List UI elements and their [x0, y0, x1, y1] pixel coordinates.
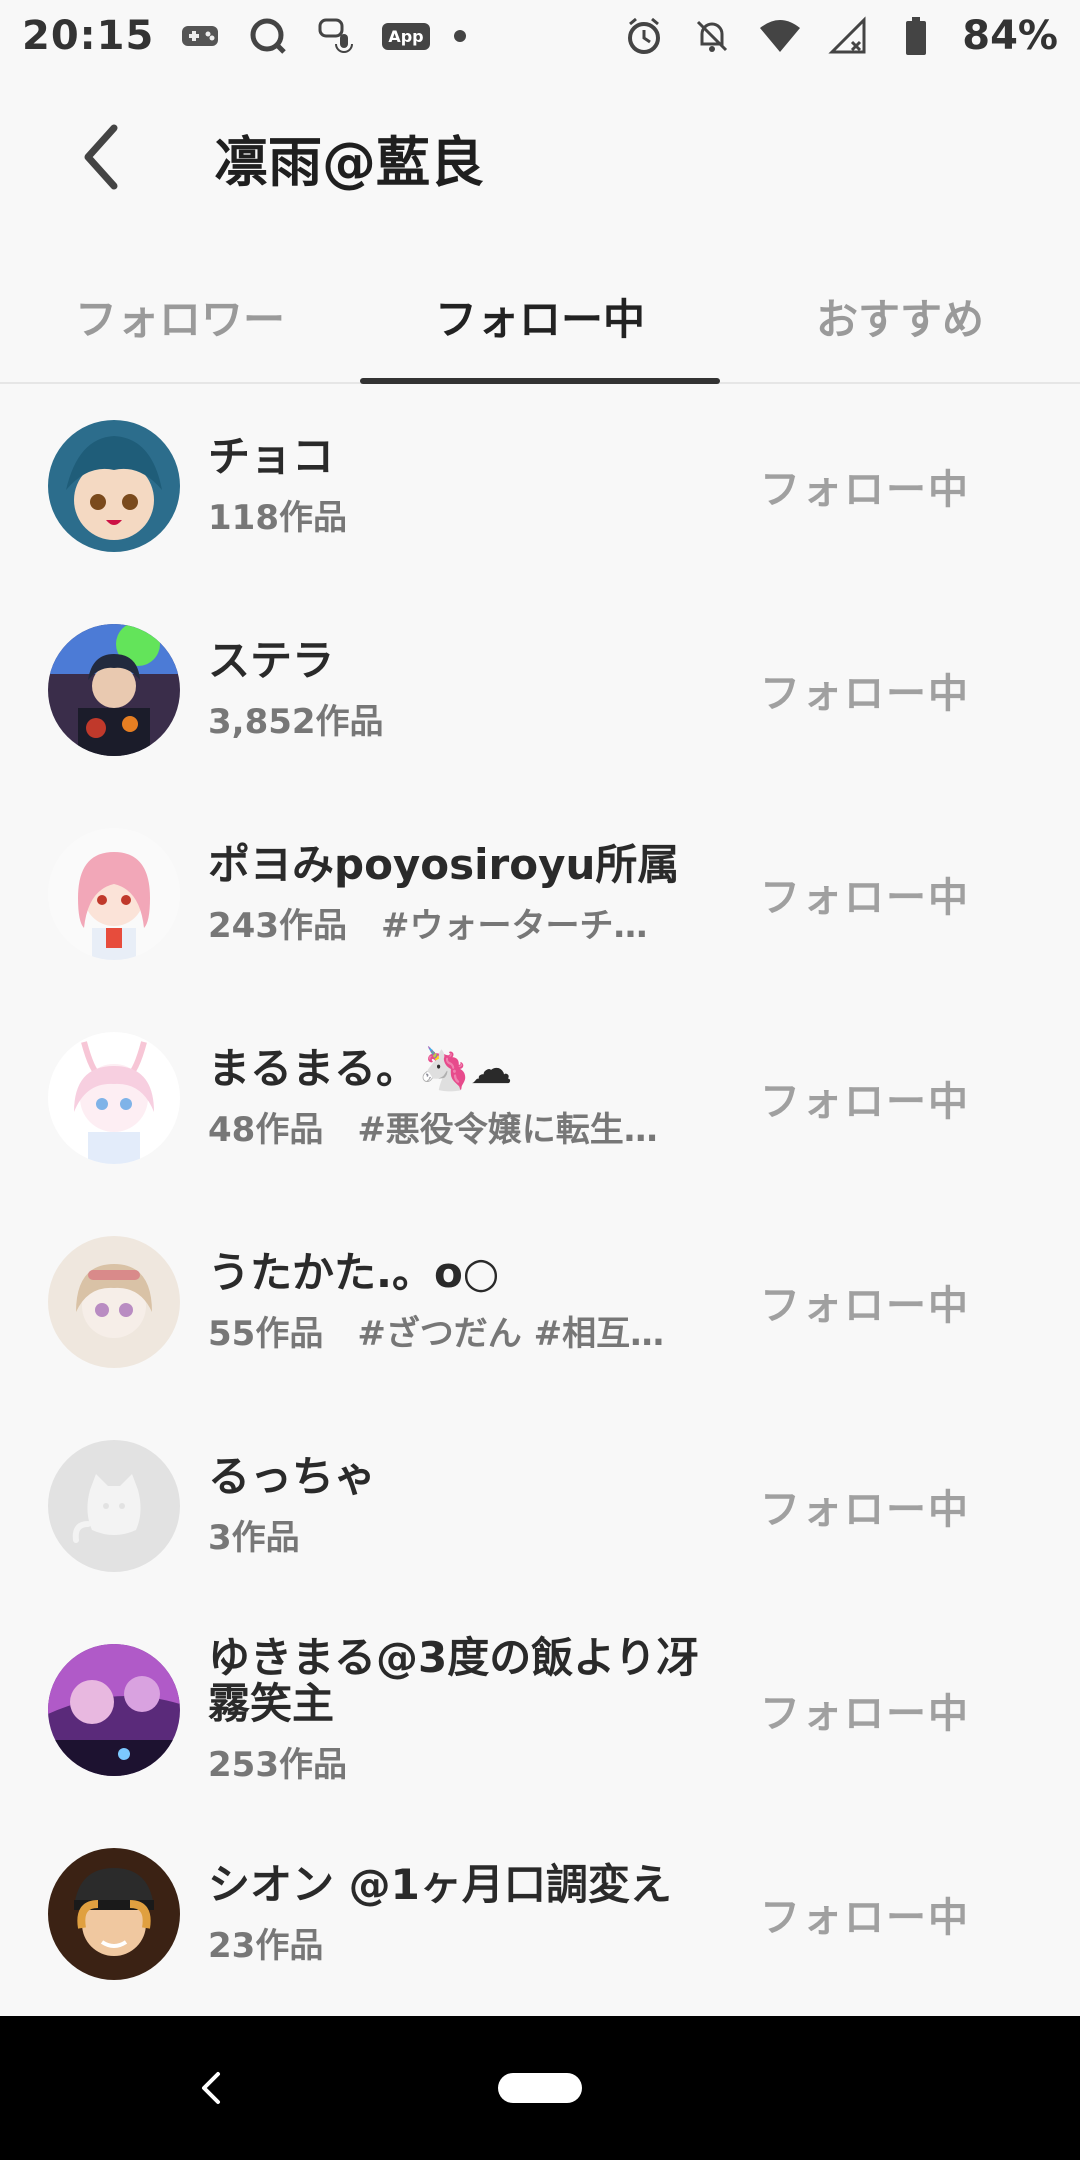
wifi-icon: [758, 14, 802, 58]
battery-icon: [894, 14, 938, 58]
battery-level: 84%: [962, 13, 1058, 59]
list-item[interactable]: チョコ 118作品 フォロー中: [0, 384, 1080, 588]
user-name: ステラ: [208, 637, 335, 684]
user-name: チョコ: [208, 433, 335, 480]
chat-bubble-icon: [246, 14, 290, 58]
tab-following[interactable]: フォロー中: [360, 250, 720, 384]
voice-message-icon: [314, 14, 358, 58]
chevron-left-icon: [84, 124, 118, 190]
app-badge-icon: App: [382, 22, 430, 50]
list-item[interactable]: うたかた.。o○ 55作品 #ざつだん #相互… フォロー中: [0, 1200, 1080, 1404]
tab-bar: フォロワー フォロー中 おすすめ: [0, 250, 1080, 384]
user-works: 55作品 #ざつだん #相互…: [208, 1313, 665, 1354]
alarm-icon: [622, 14, 666, 58]
avatar[interactable]: [48, 1440, 180, 1572]
status-bar-left: 20:15 App: [22, 13, 466, 59]
navigation-bar: [0, 2016, 1080, 2160]
avatar[interactable]: [48, 624, 180, 756]
user-name: うたかた.。o○: [208, 1249, 500, 1296]
following-button[interactable]: フォロー中: [760, 1069, 970, 1127]
user-works: 3,852作品: [208, 701, 384, 742]
list-item[interactable]: ステラ 3,852作品 フォロー中: [0, 588, 1080, 792]
following-button[interactable]: フォロー中: [760, 1477, 970, 1535]
user-name: ポヨみpoyosiroyu所属: [208, 841, 680, 888]
list-item[interactable]: るっちゃ 3作品 フォロー中: [0, 1404, 1080, 1608]
default-cat-avatar-icon: [48, 1440, 180, 1572]
user-works: 23作品: [208, 1925, 324, 1966]
following-button[interactable]: フォロー中: [760, 1681, 970, 1739]
tab-recommended[interactable]: おすすめ: [720, 250, 1080, 382]
list-item[interactable]: ゆきまる@3度の飯より冴霧笑主 253作品 フォロー中: [0, 1608, 1080, 1812]
gamepad-icon: [178, 14, 222, 58]
dot-icon: [453, 30, 466, 42]
status-bar-right: 84%: [622, 13, 1058, 59]
avatar[interactable]: [48, 1644, 180, 1776]
list-item[interactable]: ポヨみpoyosiroyu所属 243作品 #ウォーターチ… フォロー中: [0, 792, 1080, 996]
following-button[interactable]: フォロー中: [760, 661, 970, 719]
list-item[interactable]: シオン @1ヶ月口調変え 23作品 フォロー中: [0, 1812, 1080, 2016]
avatar[interactable]: [48, 1032, 180, 1164]
following-button[interactable]: フォロー中: [760, 865, 970, 923]
avatar[interactable]: [48, 1236, 180, 1368]
user-name: シオン @1ヶ月口調変え: [208, 1861, 672, 1908]
user-works: 253作品: [208, 1744, 347, 1785]
header: 凛雨@藍良: [0, 72, 1080, 242]
following-list: チョコ 118作品 フォロー中 ステラ 3,852作品 フォロー中 ポヨみpoy…: [0, 384, 1080, 2016]
tab-followers[interactable]: フォロワー: [0, 250, 360, 382]
page-title: 凛雨@藍良: [214, 130, 484, 194]
list-item[interactable]: まるまる。🦄☁ 48作品 #悪役令嬢に転生… フォロー中: [0, 996, 1080, 1200]
home-pill-icon[interactable]: [498, 2073, 582, 2103]
following-button[interactable]: フォロー中: [760, 1273, 970, 1331]
avatar[interactable]: [48, 828, 180, 960]
user-works: 243作品 #ウォーターチ…: [208, 905, 648, 946]
user-works: 3作品: [208, 1517, 300, 1558]
following-button[interactable]: フォロー中: [760, 457, 970, 515]
notifications-off-icon: [690, 14, 734, 58]
user-works: 48作品 #悪役令嬢に転生…: [208, 1109, 658, 1150]
nav-back-icon[interactable]: [190, 2068, 230, 2108]
status-time: 20:15: [22, 13, 155, 59]
signal-icon: [826, 14, 870, 58]
following-button[interactable]: フォロー中: [760, 1885, 970, 1943]
user-name: ゆきまる@3度の飯より冴霧笑主: [208, 1634, 699, 1727]
avatar[interactable]: [48, 420, 180, 552]
user-name: るっちゃ: [208, 1453, 377, 1500]
user-name: まるまる。🦄☁: [208, 1045, 513, 1092]
user-works: 118作品: [208, 497, 347, 538]
status-bar: 20:15 App 84%: [0, 0, 1080, 72]
back-button[interactable]: [40, 97, 160, 217]
avatar[interactable]: [48, 1848, 180, 1980]
